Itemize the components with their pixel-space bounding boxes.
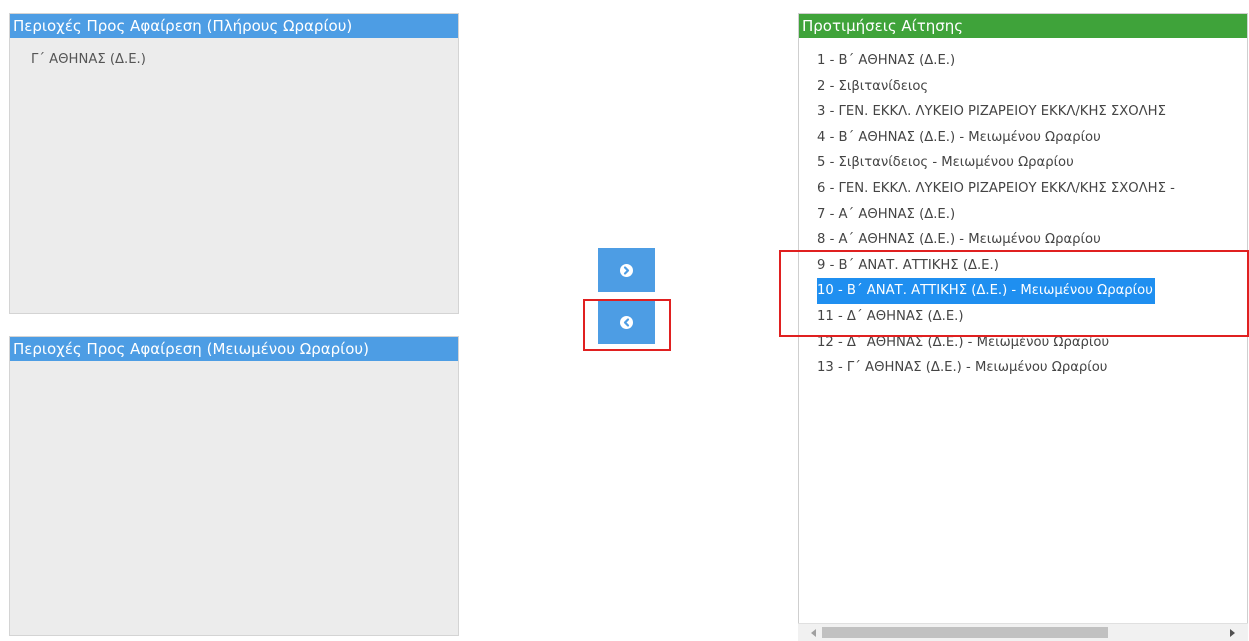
full-hours-removal-panel: Περιοχές Προς Αφαίρεση (Πλήρους Ωραρίου)… [9, 13, 459, 314]
reduced-hours-panel-title: Περιοχές Προς Αφαίρεση (Μειωμένου Ωραρίο… [10, 337, 458, 361]
list-item[interactable]: 2 - Σιβιτανίδειος [817, 74, 930, 100]
chevron-circle-left-icon [620, 315, 633, 329]
scroll-left-arrow-icon[interactable] [806, 624, 822, 641]
list-item[interactable]: 7 - Α΄ ΑΘΗΝΑΣ (Δ.Ε.) [817, 202, 957, 228]
list-item[interactable]: 6 - ΓΕΝ. ΕΚΚΛ. ΛΥΚΕΙΟ ΡΙΖΑΡΕΙΟΥ ΕΚΚΛ/ΚΗΣ… [817, 176, 1177, 202]
move-right-button[interactable] [598, 248, 655, 292]
full-hours-list[interactable]: Γ΄ ΑΘΗΝΑΣ (Δ.Ε.) [10, 38, 458, 73]
move-left-button[interactable] [598, 300, 655, 344]
preferences-list[interactable]: 1 - Β΄ ΑΘΗΝΑΣ (Δ.Ε.) 2 - Σιβιτανίδειος 3 -… [817, 48, 1247, 381]
list-item[interactable]: 3 - ΓΕΝ. ΕΚΚΛ. ΛΥΚΕΙΟ ΡΙΖΑΡΕΙΟΥ ΕΚΚΛ/ΚΗΣ… [817, 99, 1168, 125]
list-item[interactable]: 9 - Β΄ ΑΝΑΤ. ΑΤΤΙΚΗΣ (Δ.Ε.) [817, 253, 1001, 279]
list-item[interactable]: 13 - Γ΄ ΑΘΗΝΑΣ (Δ.Ε.) - Μειωμένου Ωραρίο… [817, 355, 1109, 381]
chevron-circle-right-icon [620, 263, 633, 277]
list-item[interactable]: 8 - Α΄ ΑΘΗΝΑΣ (Δ.Ε.) - Μειωμένου Ωραρίου [817, 227, 1103, 253]
list-item[interactable]: Γ΄ ΑΘΗΝΑΣ (Δ.Ε.) [10, 47, 458, 73]
full-hours-panel-title: Περιοχές Προς Αφαίρεση (Πλήρους Ωραρίου) [10, 14, 458, 38]
list-item[interactable]: 11 - Δ΄ ΑΘΗΝΑΣ (Δ.Ε.) [817, 304, 966, 330]
list-item[interactable]: 12 - Δ΄ ΑΘΗΝΑΣ (Δ.Ε.) - Μειωμένου Ωραρίο… [817, 330, 1111, 356]
preferences-panel-title: Προτιμήσεις Αίτησης [799, 14, 1247, 38]
list-item[interactable]: 4 - Β΄ ΑΘΗΝΑΣ (Δ.Ε.) - Μειωμένου Ωραρίου [817, 125, 1103, 151]
application-preferences-panel: Προτιμήσεις Αίτησης 1 - Β΄ ΑΘΗΝΑΣ (Δ.Ε.)… [798, 13, 1248, 641]
list-item-selected[interactable]: 10 - Β΄ ΑΝΑΤ. ΑΤΤΙΚΗΣ (Δ.Ε.) - Μειωμένου… [817, 278, 1155, 304]
scrollbar-thumb[interactable] [822, 627, 1108, 638]
reduced-hours-removal-panel: Περιοχές Προς Αφαίρεση (Μειωμένου Ωραρίο… [9, 336, 459, 636]
preferences-horizontal-scrollbar[interactable] [798, 623, 1248, 641]
list-item[interactable]: 5 - Σιβιτανίδειος - Μειωμένου Ωραρίου [817, 150, 1076, 176]
list-item[interactable]: 1 - Β΄ ΑΘΗΝΑΣ (Δ.Ε.) [817, 48, 957, 74]
scroll-right-arrow-icon[interactable] [1224, 624, 1240, 641]
